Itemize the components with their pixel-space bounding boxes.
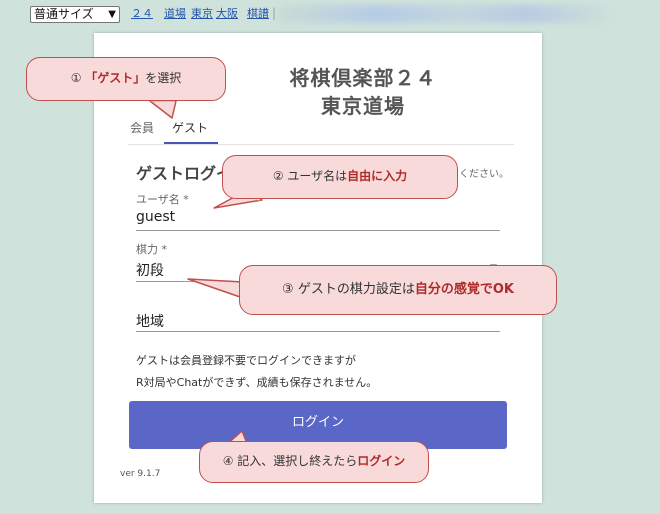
callout1-bold: 「ゲスト」	[85, 71, 146, 85]
callout3-text: ゲストの棋力設定は	[297, 282, 415, 297]
callout-username: ② ユーザ名は自由に入力	[222, 155, 458, 199]
callout1-text: を選択	[145, 71, 182, 85]
callout1-tail	[149, 100, 177, 119]
callout1-number: ①	[70, 71, 82, 85]
callout3-tail	[187, 278, 244, 299]
callout2-text: ユーザ名は	[287, 169, 348, 183]
callout3-bold: 自分の感覚でOK	[414, 282, 514, 297]
callout-strength: ③ ゲストの棋力設定は自分の感覚でOK	[239, 265, 557, 315]
callout-select-guest: ① 「ゲスト」を選択	[26, 57, 226, 101]
callout4-bold: ログイン	[357, 454, 406, 468]
callout-login: ④ 記入、選択し終えたらログイン	[199, 441, 429, 483]
callout4-text: 記入、選択し終えたら	[237, 454, 358, 468]
callout3-number: ③	[282, 282, 294, 297]
callout2-bold: 自由に入力	[347, 169, 408, 183]
callout4-number: ④	[222, 454, 234, 468]
callout2-number: ②	[272, 169, 284, 183]
